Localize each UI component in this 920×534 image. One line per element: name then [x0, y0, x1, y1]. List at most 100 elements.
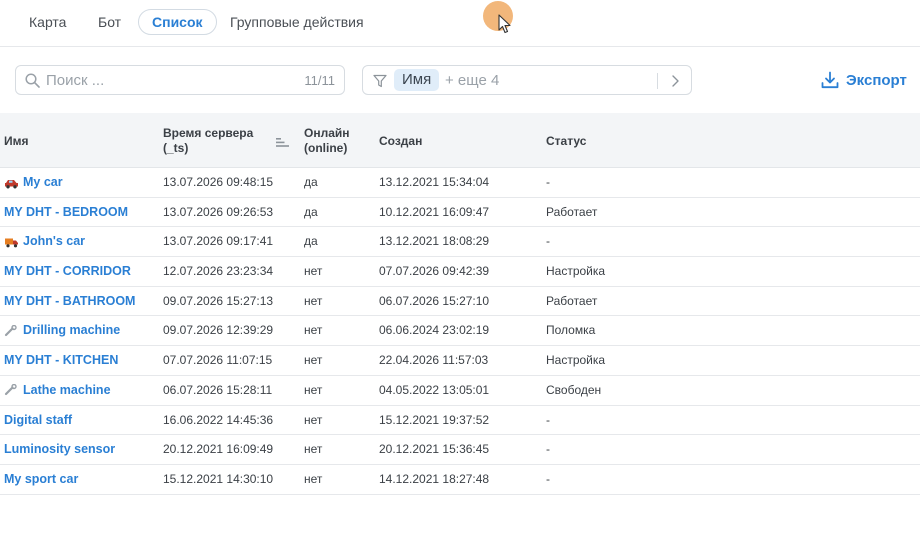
created-cell: 15.12.2021 19:37:52 — [379, 412, 490, 427]
table-header: Имя Время сервера (_ts) Онлайн (online) … — [0, 113, 920, 168]
online-cell: нет — [304, 264, 323, 279]
column-header-online-line2: (online) — [304, 141, 348, 155]
car-icon — [4, 177, 23, 189]
server-time-cell: 20.12.2021 16:09:49 — [163, 442, 274, 457]
server-time-cell: 07.07.2026 11:07:15 — [163, 353, 273, 368]
device-name: John's car — [23, 234, 86, 249]
wrench-icon — [4, 384, 23, 396]
device-name: MY DHT - CORRIDOR — [4, 264, 131, 279]
device-name: MY DHT - BEDROOM — [4, 204, 129, 219]
search-icon — [25, 73, 40, 88]
table-row[interactable]: MY DHT - CORRIDOR 12.07.2026 23:23:34 нет 0… — [0, 257, 920, 287]
device-name-link[interactable]: Lathe machine — [4, 376, 111, 405]
column-header-status[interactable]: Статус — [546, 134, 586, 149]
online-cell: нет — [304, 442, 323, 457]
online-cell: нет — [304, 353, 323, 368]
filter-more-label[interactable]: + еще 4 — [445, 72, 499, 89]
device-name: Luminosity sensor — [4, 442, 116, 457]
online-cell: да — [304, 175, 318, 189]
server-time-cell: 13.07.2026 09:17:41 — [163, 234, 274, 249]
created-cell: 04.05.2022 13:05:01 — [379, 382, 490, 397]
table-body: My car 13.07.2026 09:48:15 да 13.12.2021 15… — [0, 168, 920, 495]
tab-map[interactable]: Карта — [15, 9, 80, 35]
device-name: MY DHT - KITCHEN — [4, 353, 119, 368]
server-time-cell: 13.07.2026 09:26:53 — [163, 204, 274, 219]
sort-descending-icon[interactable] — [276, 138, 289, 147]
table-row[interactable]: My car 13.07.2026 09:48:15 да 13.12.2021 15… — [0, 168, 920, 198]
device-name-link[interactable]: Luminosity sensor — [4, 435, 115, 464]
table-row[interactable]: MY DHT - KITCHEN 07.07.2026 11:07:15 нет 22… — [0, 346, 920, 376]
table-row[interactable]: My sport car 15.12.2021 14:30:10 нет 14.12.… — [0, 465, 920, 495]
tab-bar: Карта Бот Список Групповые действия — [0, 0, 920, 47]
server-time-cell: 15.12.2021 14:30:10 — [163, 471, 274, 486]
export-label: Экспорт — [846, 71, 907, 89]
server-time-cell: 16.06.2022 14:45:36 — [163, 412, 274, 427]
table-row[interactable]: Luminosity sensor 20.12.2021 16:09:49 нет 2… — [0, 435, 920, 465]
tab-list[interactable]: Список — [138, 9, 217, 35]
device-name-link[interactable]: MY DHT - BEDROOM — [4, 198, 128, 227]
created-cell: 20.12.2021 15:36:45 — [379, 442, 490, 457]
tab-group-actions[interactable]: Групповые действия — [216, 9, 378, 35]
truck-icon — [4, 236, 23, 248]
search-box: 11/11 — [15, 65, 345, 95]
filter-box[interactable]: Имя + еще 4 — [362, 65, 692, 95]
online-cell: нет — [304, 412, 323, 427]
status-cell: - — [546, 471, 550, 486]
device-name-link[interactable]: John's car — [4, 227, 85, 256]
status-cell: Настройка — [546, 264, 606, 279]
created-cell: 13.12.2021 15:34:04 — [379, 175, 490, 189]
device-name-link[interactable]: MY DHT - BATHROOM — [4, 287, 135, 316]
table-row[interactable]: Lathe machine 06.07.2026 15:28:11 нет 04.05… — [0, 376, 920, 406]
device-name: My car — [23, 175, 63, 189]
download-icon — [821, 71, 839, 89]
cursor-arrow-icon — [498, 14, 511, 34]
device-name-link[interactable]: Digital staff — [4, 406, 72, 435]
device-name-link[interactable]: MY DHT - KITCHEN — [4, 346, 118, 375]
status-cell: Настройка — [546, 353, 606, 368]
status-cell: - — [546, 442, 550, 457]
server-time-cell: 09.07.2026 15:27:13 — [163, 293, 274, 308]
column-header-name[interactable]: Имя — [4, 134, 29, 149]
status-cell: - — [546, 234, 550, 249]
table-row[interactable]: John's car 13.07.2026 09:17:41 да 13.12.202… — [0, 227, 920, 258]
online-cell: нет — [304, 323, 323, 338]
filter-chip-name[interactable]: Имя — [394, 69, 440, 91]
table-row[interactable]: MY DHT - BATHROOM 09.07.2026 15:27:13 нет 0… — [0, 287, 920, 317]
device-name-link[interactable]: Drilling machine — [4, 316, 120, 345]
online-cell: нет — [304, 382, 323, 397]
column-header-server-time-line1: Время сервера — [163, 126, 254, 140]
search-result-count: 11/11 — [304, 73, 335, 88]
status-cell: Поломка — [546, 323, 596, 338]
tab-bot[interactable]: Бот — [84, 9, 135, 35]
column-header-online-line1: Онлайн — [304, 126, 350, 140]
server-time-cell: 06.07.2026 15:28:11 — [163, 382, 273, 397]
column-header-server-time-line2: (_ts) — [163, 141, 189, 155]
online-cell: нет — [304, 471, 323, 486]
filter-divider — [657, 73, 658, 89]
device-name: MY DHT - BATHROOM — [4, 293, 136, 308]
device-name-link[interactable]: My car — [4, 168, 63, 197]
table-row[interactable]: Digital staff 16.06.2022 14:45:36 нет 15.12… — [0, 406, 920, 436]
device-name-link[interactable]: MY DHT - CORRIDOR — [4, 257, 131, 286]
search-input[interactable] — [46, 70, 286, 90]
server-time-cell: 09.07.2026 12:39:29 — [163, 323, 274, 338]
created-cell: 10.12.2021 16:09:47 — [379, 204, 490, 219]
device-name: Drilling machine — [23, 323, 121, 338]
device-name-link[interactable]: My sport car — [4, 465, 78, 494]
status-cell: - — [546, 175, 550, 189]
created-cell: 13.12.2021 18:08:29 — [379, 234, 490, 249]
table-row[interactable]: Drilling machine 09.07.2026 12:39:29 нет 06… — [0, 316, 920, 347]
online-cell: да — [304, 204, 318, 219]
table-row[interactable]: MY DHT - BEDROOM 13.07.2026 09:26:53 да 10.… — [0, 198, 920, 228]
online-cell: да — [304, 234, 318, 249]
online-cell: нет — [304, 293, 323, 308]
column-header-created[interactable]: Создан — [379, 134, 422, 149]
created-cell: 06.06.2024 23:02:19 — [379, 323, 490, 338]
column-header-server-time[interactable]: Время сервера (_ts) — [163, 126, 253, 156]
chevron-right-icon[interactable] — [670, 74, 680, 88]
created-cell: 07.07.2026 09:42:39 — [379, 264, 490, 279]
column-header-online[interactable]: Онлайн (online) — [304, 126, 350, 156]
device-name: My sport car — [4, 471, 79, 486]
created-cell: 22.04.2026 11:57:03 — [379, 353, 489, 368]
export-button[interactable]: Экспорт — [821, 69, 907, 91]
